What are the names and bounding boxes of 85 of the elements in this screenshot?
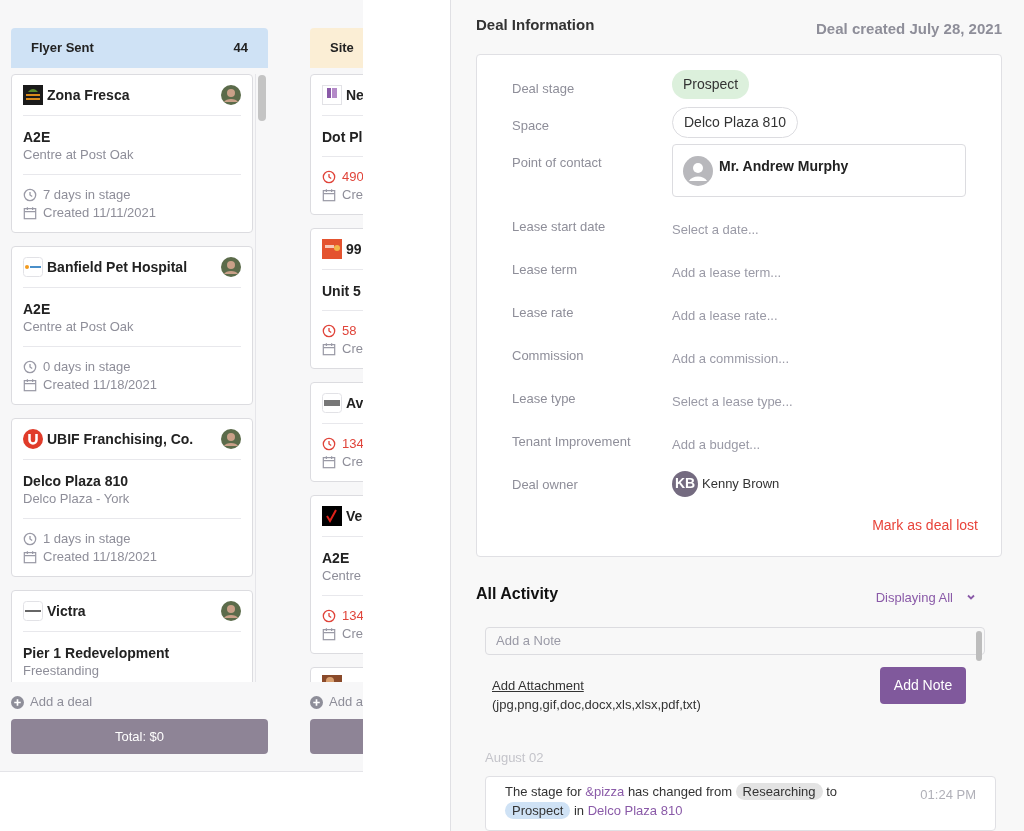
note-field[interactable]: Add a Note	[485, 627, 985, 655]
file-types: (jpg,png,gif,doc,docx,xls,xlsx,pdf,txt)	[492, 696, 701, 714]
field-placeholder[interactable]: Add a lease rate...	[672, 307, 778, 323]
field-label: Point of contact	[512, 153, 603, 172]
add-deal-link[interactable]: Add a deal	[30, 692, 93, 712]
activity-link[interactable]: &pizza	[585, 784, 625, 799]
space-name: Delco Plaza 810	[23, 472, 130, 490]
owner-initials: KB	[672, 470, 698, 497]
created-date: Cre	[342, 625, 363, 643]
field-label: Deal owner	[512, 475, 579, 494]
panel-title: Deal Information	[476, 15, 595, 35]
space-name: A2E	[322, 549, 351, 567]
company-name: Ve	[346, 507, 363, 526]
space-chip[interactable]: Delco Plaza 810	[672, 106, 798, 138]
field-placeholder[interactable]: Select a date...	[672, 221, 759, 237]
field-label: Lease rate	[512, 303, 575, 322]
field-label: Lease type	[512, 389, 577, 408]
days-in-stage: 1 days in stage	[43, 530, 131, 548]
add-attachment-link[interactable]: Add Attachment	[492, 675, 584, 695]
space-name: Pier 1 Redevelopment	[23, 644, 171, 662]
created-date: Cre	[342, 186, 363, 204]
filter-dropdown[interactable]: Displaying All	[875, 587, 953, 607]
company-name: Victra	[47, 602, 87, 621]
days-in-stage: 58	[342, 322, 357, 340]
deal-card[interactable]: UBIF Franchising, Co. Delco Plaza 810 Delco Plaza - York 1 days in stage Created 11/18/2021	[11, 418, 253, 577]
space-name: Dot Pl	[322, 128, 363, 146]
field-placeholder[interactable]: Select a lease type...	[672, 393, 793, 409]
deal-card[interactable]: 99 Unit 5 58 Cre	[310, 228, 363, 369]
deal-card[interactable]: Ne Dot Pl 490 Cre	[310, 74, 363, 215]
activity-title: All Activity	[476, 583, 559, 604]
total-button[interactable]: Total: $0	[11, 719, 268, 754]
field-label: Tenant Improvement	[512, 432, 632, 451]
field-placeholder[interactable]: Add a budget...	[672, 436, 761, 452]
deal-count: 44	[233, 39, 248, 58]
property-name: Delco Plaza - York	[23, 490, 131, 508]
days-in-stage: 134	[342, 435, 363, 453]
created-date: Created 11/18/2021	[43, 376, 157, 394]
created-date: Cre	[342, 340, 363, 358]
mark-lost-link[interactable]: Mark as deal lost	[872, 514, 978, 536]
activity-text: The stage for &pizza has changed from Researching to Prospect in Delco Plaza 810	[505, 782, 839, 820]
created-date: Deal created July 28, 2021	[816, 19, 1002, 39]
column-title: Flyer Sent	[31, 39, 94, 58]
add-note-button[interactable]: Add Note	[880, 666, 966, 704]
deal-card[interactable]: Banfield Pet Hospital A2E Centre at Post Oak 0 days in stage Created 11/18/2021	[11, 246, 253, 405]
field-label: Commission	[512, 346, 585, 365]
days-in-stage: 490	[342, 168, 363, 186]
stage-pill: Prospect	[505, 802, 571, 819]
activity-time: 01:24 PM	[920, 786, 976, 804]
space-name: Unit 5	[322, 282, 362, 300]
created-date: Created 11/11/2021	[43, 204, 156, 222]
field-label: Lease term	[512, 260, 579, 279]
days-in-stage: 134	[342, 607, 363, 625]
created-date: Created 11/18/2021	[43, 548, 157, 566]
contact-name: Mr. Andrew Murphy	[719, 156, 849, 176]
deal-card[interactable]: Victra Pier 1 Redevelopment Freestanding	[11, 590, 253, 682]
deal-card[interactable]: Ve A2E Centre 134 Cre	[310, 495, 363, 654]
activity-link[interactable]: Delco Plaza 810	[587, 803, 683, 818]
property-name: Centre	[322, 567, 363, 585]
property-name: Freestanding	[23, 662, 100, 680]
field-label: Lease start date	[512, 217, 607, 236]
company-name: UBIF Franchising, Co.	[47, 430, 195, 449]
created-date: Cre	[342, 453, 363, 471]
add-deal-link[interactable]: Add a	[329, 692, 363, 712]
contact-card[interactable]: Mr. Andrew Murphy	[672, 143, 966, 197]
stage-tag[interactable]: Prospect	[672, 69, 750, 99]
field-label: Space	[512, 116, 550, 135]
deal-card[interactable]: Av 134 Cre	[310, 382, 363, 482]
stage-pill: Researching	[735, 783, 823, 800]
field-placeholder[interactable]: Add a commission...	[672, 350, 790, 366]
property-name: Centre at Post Oak	[23, 318, 135, 336]
days-in-stage: 0 days in stage	[43, 358, 131, 376]
days-in-stage: 7 days in stage	[43, 186, 131, 204]
space-name: A2E	[23, 300, 52, 318]
column-title: Site	[330, 39, 354, 58]
company-name: Banfield Pet Hospital	[47, 258, 189, 277]
property-name: Centre at Post Oak	[23, 146, 135, 164]
space-name: A2E	[23, 128, 52, 146]
deal-card[interactable]: Zona Fresca A2E Centre at Post Oak 7 days in stage Created 11/11/2021	[11, 74, 253, 233]
field-label: Deal stage	[512, 79, 576, 98]
company-name: 99	[346, 240, 363, 259]
company-name: Zona Fresca	[47, 86, 131, 105]
company-name: Av	[346, 394, 363, 413]
field-placeholder[interactable]: Add a lease term...	[672, 264, 782, 280]
company-name: Ne	[346, 86, 363, 105]
owner-name: Kenny Brown	[702, 474, 780, 493]
